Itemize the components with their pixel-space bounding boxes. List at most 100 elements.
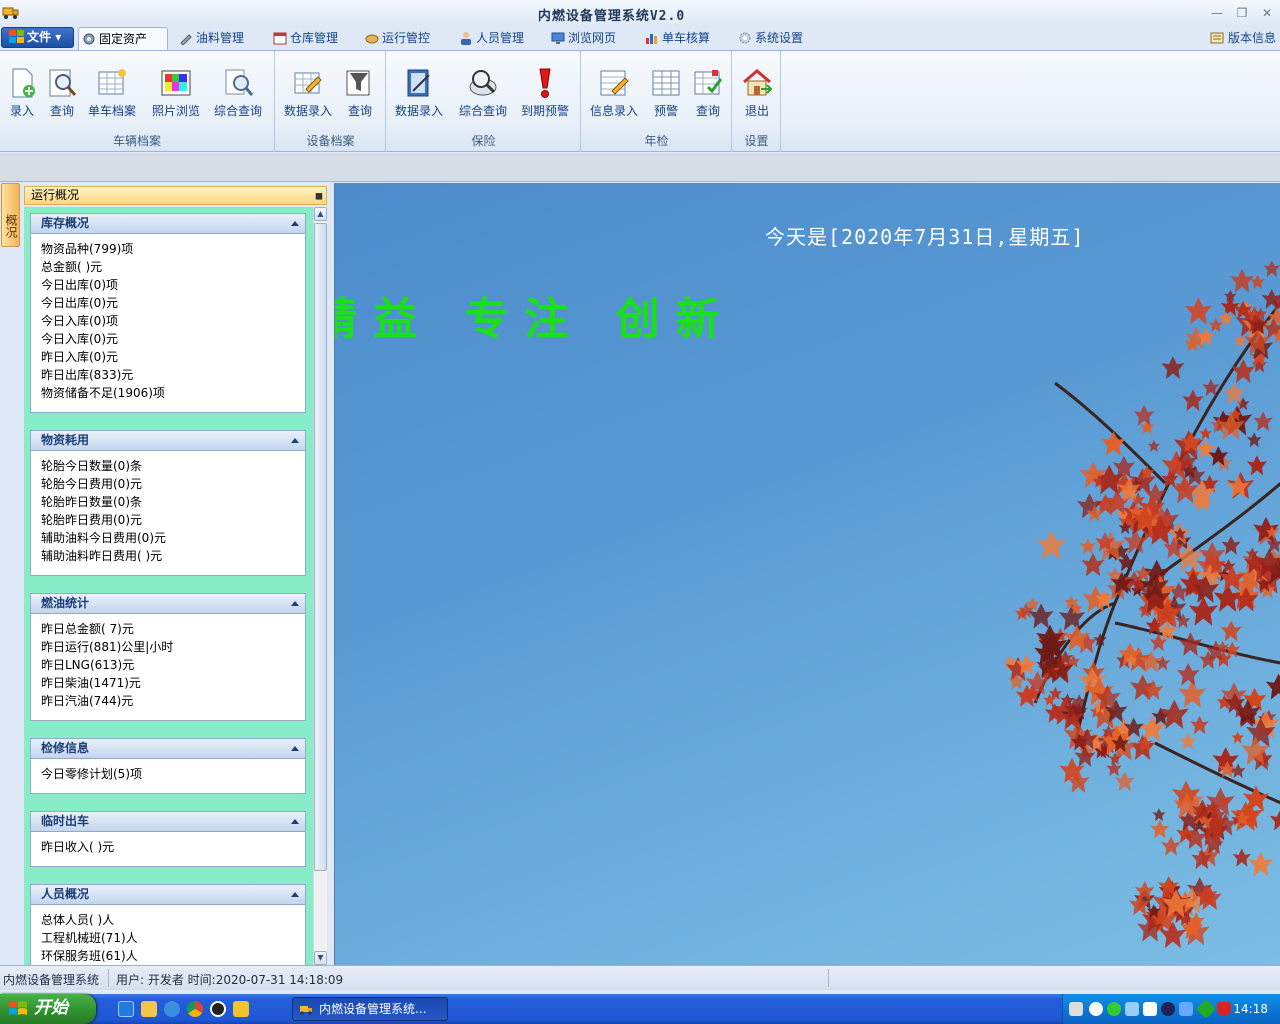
exit-button[interactable]: 退出 xyxy=(741,67,773,121)
maple-leaf xyxy=(1179,732,1197,750)
network-icon[interactable] xyxy=(1125,1002,1139,1016)
maple-leaf xyxy=(1230,268,1254,293)
maple-leaf xyxy=(1150,820,1170,839)
maple-leaf xyxy=(1182,389,1204,412)
internet-explorer-icon[interactable] xyxy=(118,1001,134,1017)
tab-personnel[interactable]: 人员管理 xyxy=(456,27,524,50)
folder-icon[interactable] xyxy=(141,1001,157,1017)
maple-leaf xyxy=(1036,530,1067,560)
qq-icon[interactable] xyxy=(210,1001,226,1017)
ime-icon[interactable] xyxy=(1143,1002,1157,1016)
collapse-arrow-icon[interactable] xyxy=(291,892,299,897)
photo-browse-button[interactable]: 照片浏览 xyxy=(152,67,200,121)
collapse-arrow-icon[interactable] xyxy=(291,601,299,606)
panel-scrollbar[interactable]: ▲ ▼ xyxy=(313,207,327,965)
window-title: 内燃设备管理系统V2.0 xyxy=(537,9,686,24)
back-arrow-icon[interactable] xyxy=(1089,1002,1103,1016)
taskbar-window-item[interactable]: 内燃设备管理系统... xyxy=(292,997,448,1021)
expiry-warning-button[interactable]: 到期预警 xyxy=(521,67,569,121)
maple-leaf xyxy=(1176,662,1200,686)
shield-icon[interactable] xyxy=(1217,1002,1231,1016)
section-header[interactable]: 临时出车 xyxy=(31,812,305,832)
restore-button[interactable]: ❐ xyxy=(1231,4,1253,22)
expiry-warning-label: 到期预警 xyxy=(520,104,569,118)
section-header[interactable]: 物资耗用 xyxy=(31,431,305,451)
windows-taskbar: 开始 内燃设备管理系统... 14:18 xyxy=(0,994,1280,1024)
browser-icon[interactable] xyxy=(164,1001,180,1017)
maple-leaf xyxy=(1221,535,1241,555)
list-item: 总体人员( )人 xyxy=(41,913,115,927)
audio-wave-icon[interactable] xyxy=(1161,1002,1175,1016)
magnifier-document-icon xyxy=(49,69,77,97)
wrench-icon xyxy=(180,34,192,45)
section-header[interactable]: 燃油统计 xyxy=(31,594,305,614)
section-header[interactable]: 库存概况 xyxy=(31,214,305,234)
tab-fuel[interactable]: 油料管理 xyxy=(176,27,244,50)
close-button[interactable]: ✕ xyxy=(1256,4,1278,22)
insurance-data-entry-button[interactable]: 数据录入 xyxy=(395,67,443,121)
chrome-icon[interactable] xyxy=(187,1001,203,1017)
maple-leaf xyxy=(1220,620,1242,642)
section-header[interactable]: 检修信息 xyxy=(31,739,305,759)
vehicle-entry-button[interactable]: 录入 xyxy=(6,67,38,121)
color-palette-icon xyxy=(161,70,191,96)
list-item: 辅助油料今日费用(0)元 xyxy=(41,531,166,545)
inspection-query-button[interactable]: 查询 xyxy=(692,67,724,121)
ribbon-group-insurance: 数据录入 综合查询 到期预警 保险 xyxy=(387,51,581,152)
collapse-arrow-icon[interactable] xyxy=(291,746,299,751)
start-button[interactable]: 开始 xyxy=(0,994,96,1024)
maple-leaf xyxy=(1081,552,1105,577)
section-header[interactable]: 人员概况 xyxy=(31,885,305,905)
anchor-app-icon[interactable] xyxy=(233,1001,249,1017)
tab-vehicle-accounting[interactable]: 单车核算 xyxy=(642,27,710,50)
inspection-warning-button[interactable]: 预警 xyxy=(650,67,682,121)
scroll-thumb[interactable] xyxy=(314,223,327,871)
tab-warehouse[interactable]: 仓库管理 xyxy=(270,27,338,50)
collapse-arrow-icon[interactable] xyxy=(291,819,299,824)
vehicle-query-button[interactable]: 查询 xyxy=(46,67,78,121)
maple-leaf xyxy=(1152,808,1166,822)
collapse-arrow-icon[interactable] xyxy=(291,438,299,443)
tab-browse-web[interactable]: 浏览网页 xyxy=(548,27,616,50)
photo-browse-label: 照片浏览 xyxy=(151,104,200,118)
maple-leaf xyxy=(1231,731,1244,744)
diamond-app-icon[interactable] xyxy=(1196,999,1216,1019)
file-menu-button[interactable]: 文件 ▾ xyxy=(1,27,74,48)
display-icon[interactable] xyxy=(1179,1002,1193,1016)
equipment-query-button[interactable]: 查询 xyxy=(344,67,376,121)
tab-fixed-assets[interactable]: 固定资产 xyxy=(78,27,168,50)
clock: 14:18 xyxy=(1233,1002,1268,1016)
ribbon-group-caption: 设置 xyxy=(744,134,769,148)
maple-leaf xyxy=(1199,427,1212,440)
tab-operation-control[interactable]: 运行管控 xyxy=(362,27,430,50)
list-item: 昨日柴油(1471)元 xyxy=(41,676,141,690)
scroll-up-icon[interactable]: ▲ xyxy=(314,207,327,221)
version-info-button[interactable]: 版本信息 xyxy=(1208,29,1276,47)
scroll-down-icon[interactable]: ▼ xyxy=(314,951,327,965)
minimize-button[interactable]: — xyxy=(1206,4,1228,22)
section-fuel-statistics: 燃油统计 昨日总金额( 7)元 昨日运行(881)公里|小时 昨日LNG(613… xyxy=(30,593,306,721)
section-title: 检修信息 xyxy=(41,741,90,755)
equipment-data-entry-button[interactable]: 数据录入 xyxy=(284,67,332,121)
exclamation-alert-icon xyxy=(539,68,551,98)
data-entry-icon xyxy=(294,72,322,94)
tab-label: 仓库管理 xyxy=(290,31,339,45)
wechat-icon[interactable] xyxy=(1107,1002,1121,1016)
single-vehicle-file-button[interactable]: 单车档案 xyxy=(88,67,136,121)
search-document-icon xyxy=(225,69,254,96)
maple-leaf xyxy=(1246,455,1268,476)
list-item: 昨日汽油(744)元 xyxy=(41,694,134,708)
insurance-comprehensive-query-button[interactable]: 综合查询 xyxy=(459,67,507,121)
section-inventory: 库存概况 物资品种(799)项 总金额( )元 今日出库(0)项 今日出库(0)… xyxy=(30,213,306,413)
comprehensive-query-button[interactable]: 综合查询 xyxy=(214,67,262,121)
overview-dock-tab[interactable]: 概况 xyxy=(1,183,20,247)
section-temporary-dispatch: 临时出车 昨日收入( )元 xyxy=(30,811,306,867)
inspection-info-entry-button[interactable]: 信息录入 xyxy=(590,67,638,121)
tab-system-settings[interactable]: 系统设置 xyxy=(735,27,803,50)
inspection-query-label: 查询 xyxy=(695,104,720,118)
collapse-arrow-icon[interactable] xyxy=(291,221,299,226)
keyboard-icon[interactable] xyxy=(1069,1002,1083,1016)
info-book-icon xyxy=(1210,32,1224,44)
list-item: 辅助油料昨日费用( )元 xyxy=(41,549,163,563)
pin-icon[interactable]: ◼ xyxy=(315,188,323,205)
